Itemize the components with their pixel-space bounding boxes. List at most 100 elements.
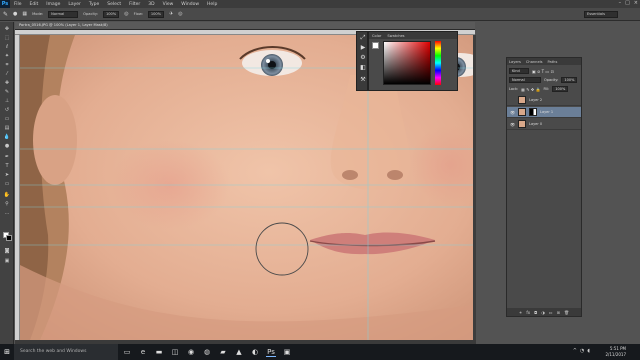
layer-row[interactable]: Layer 2 <box>507 95 581 106</box>
tab-swatches[interactable]: Swatches <box>387 34 404 38</box>
menu-file[interactable]: File <box>10 2 26 7</box>
close-icon[interactable]: × <box>634 0 638 6</box>
menu-select[interactable]: Select <box>103 2 125 7</box>
workspace-select[interactable]: Essentials <box>584 11 618 18</box>
menu-type[interactable]: Type <box>85 2 103 7</box>
document-tab[interactable]: Portra_0516.JPG @ 100% (Layer 1, Layer M… <box>15 22 475 30</box>
mode-select[interactable]: Normal <box>48 10 79 18</box>
brush-settings-icon[interactable]: ⚙ <box>359 54 367 62</box>
menu-help[interactable]: Help <box>203 2 221 7</box>
eye-icon[interactable]: 👁 <box>510 122 515 127</box>
menu-filter[interactable]: Filter <box>125 2 144 7</box>
zoom-tool-icon[interactable]: ⚲ <box>3 201 11 208</box>
adjustment-layer-icon[interactable]: ◑ <box>541 310 545 315</box>
airbrush-icon[interactable]: ✈ <box>169 11 173 17</box>
network-icon[interactable]: ◔ <box>580 348 584 354</box>
more-tools-icon[interactable]: … <box>3 210 11 217</box>
vlc-icon[interactable]: ▲ <box>234 347 244 357</box>
blur-tool-icon[interactable]: 💧 <box>3 134 11 141</box>
history-brush-tool-icon[interactable]: ↺ <box>3 107 11 114</box>
tab-channels[interactable]: Channels <box>526 60 543 64</box>
actions-icon[interactable]: ▶ <box>359 44 367 52</box>
path-select-tool-icon[interactable]: ➤ <box>3 172 11 179</box>
minimize-icon[interactable]: – <box>619 0 622 6</box>
layer-mask-thumbnail[interactable] <box>529 108 537 116</box>
layer-row-selected[interactable]: 👁 Layer 1 <box>507 107 581 118</box>
color-picker-field[interactable] <box>383 41 431 85</box>
brush-panel-icon[interactable]: ▦ <box>22 11 27 17</box>
layer-kind-filter[interactable]: Kind <box>509 68 529 74</box>
delete-layer-icon[interactable]: 🗑 <box>564 310 569 315</box>
healing-brush-tool-icon[interactable]: ✚ <box>3 80 11 87</box>
taskbar-search-input[interactable]: Search the web and Windows <box>14 344 118 360</box>
lasso-tool-icon[interactable]: ℓ <box>3 44 11 51</box>
type-tool-icon[interactable]: T <box>3 163 11 170</box>
taskbar-photoshop-icon[interactable]: Ps <box>266 347 276 357</box>
background-color-swatch[interactable] <box>6 235 12 241</box>
pen-tool-icon[interactable]: ✒ <box>3 154 11 161</box>
screen-mode-icon[interactable]: ▣ <box>3 258 11 265</box>
flow-field[interactable]: 100% <box>147 10 165 18</box>
history-icon[interactable]: ⤢ <box>359 34 367 42</box>
gradient-tool-icon[interactable]: ▤ <box>3 125 11 132</box>
dodge-tool-icon[interactable]: ● <box>3 143 11 150</box>
maximize-icon[interactable]: □ <box>625 0 630 6</box>
properties-icon[interactable]: ⚒ <box>359 76 367 84</box>
layer-row[interactable]: 👁 Layer 0 <box>507 119 581 130</box>
link-layers-icon[interactable]: ⚭ <box>519 310 522 315</box>
brush-preset-icon[interactable]: ● <box>13 11 17 17</box>
tab-layers[interactable]: Layers <box>509 60 521 64</box>
brush-tool-icon[interactable]: ✎ <box>3 11 8 18</box>
crop-tool-icon[interactable]: ⌗ <box>3 62 11 69</box>
folder-icon[interactable]: ▰ <box>218 347 228 357</box>
shape-tool-icon[interactable]: ▭ <box>3 181 11 188</box>
layer-opacity-field[interactable]: 100% <box>561 77 578 83</box>
app-icon-2[interactable]: ▣ <box>282 347 292 357</box>
quick-mask-icon[interactable]: ◙ <box>3 248 11 255</box>
new-layer-icon[interactable]: ⊞ <box>557 310 560 315</box>
hue-slider[interactable] <box>435 41 441 85</box>
layer-style-icon[interactable]: fx <box>526 310 530 315</box>
pressure-opacity-icon[interactable]: ◎ <box>124 11 128 17</box>
tab-paths[interactable]: Paths <box>548 60 558 64</box>
fill-label: Fill: <box>543 87 550 91</box>
firefox-icon[interactable]: ◍ <box>202 347 212 357</box>
task-view-icon[interactable]: ▭ <box>122 347 132 357</box>
eye-icon[interactable]: 👁 <box>510 110 515 115</box>
add-mask-icon[interactable]: ◘ <box>534 310 537 315</box>
menu-edit[interactable]: Edit <box>26 2 43 7</box>
store-icon[interactable]: ◫ <box>170 347 180 357</box>
windows-start-icon[interactable]: ⊞ <box>0 344 14 360</box>
menu-window[interactable]: Window <box>177 2 203 7</box>
filter-icons[interactable]: ▣ ⊘ T ▭ ⊡ <box>532 69 554 74</box>
hand-tool-icon[interactable]: ✋ <box>3 192 11 199</box>
menu-view[interactable]: View <box>159 2 178 7</box>
pressure-size-icon[interactable]: ◎ <box>178 11 182 17</box>
brush-tool-active-icon[interactable]: ✎ <box>3 89 11 96</box>
marquee-tool-icon[interactable]: ⬚ <box>3 35 11 42</box>
menu-3d[interactable]: 3D <box>144 2 158 7</box>
file-explorer-icon[interactable]: ▬ <box>154 347 164 357</box>
move-tool-icon[interactable]: ✥ <box>3 26 11 33</box>
eyedropper-tool-icon[interactable]: ⁄ <box>3 71 11 78</box>
chrome-icon[interactable]: ◉ <box>186 347 196 357</box>
tab-color[interactable]: Color <box>372 34 381 38</box>
menu-layer[interactable]: Layer <box>64 2 85 7</box>
blend-mode-select[interactable]: Normal <box>509 77 541 83</box>
fill-field[interactable]: 100% <box>552 86 569 92</box>
color-panel-foreground-swatch[interactable] <box>372 42 379 49</box>
edge-browser-icon[interactable]: e <box>138 347 148 357</box>
quick-select-tool-icon[interactable]: ✦ <box>3 53 11 60</box>
lock-icons[interactable]: ▦ ✎ ✥ 🔒 <box>521 87 540 92</box>
clone-source-icon[interactable]: ◧ <box>359 64 367 72</box>
app-icon[interactable]: ◐ <box>250 347 260 357</box>
eye-icon[interactable] <box>510 98 515 103</box>
menu-image[interactable]: Image <box>42 2 64 7</box>
taskbar-clock[interactable]: 5:51 PM 2/11/2017 <box>605 346 626 358</box>
new-group-icon[interactable]: ▭ <box>549 310 553 315</box>
eraser-tool-icon[interactable]: ▭ <box>3 116 11 123</box>
volume-icon[interactable]: ◖ <box>587 348 590 354</box>
tray-chevron-icon[interactable]: ^ <box>573 348 577 354</box>
opacity-field[interactable]: 100% <box>102 10 120 18</box>
clone-stamp-tool-icon[interactable]: ⊥ <box>3 98 11 105</box>
